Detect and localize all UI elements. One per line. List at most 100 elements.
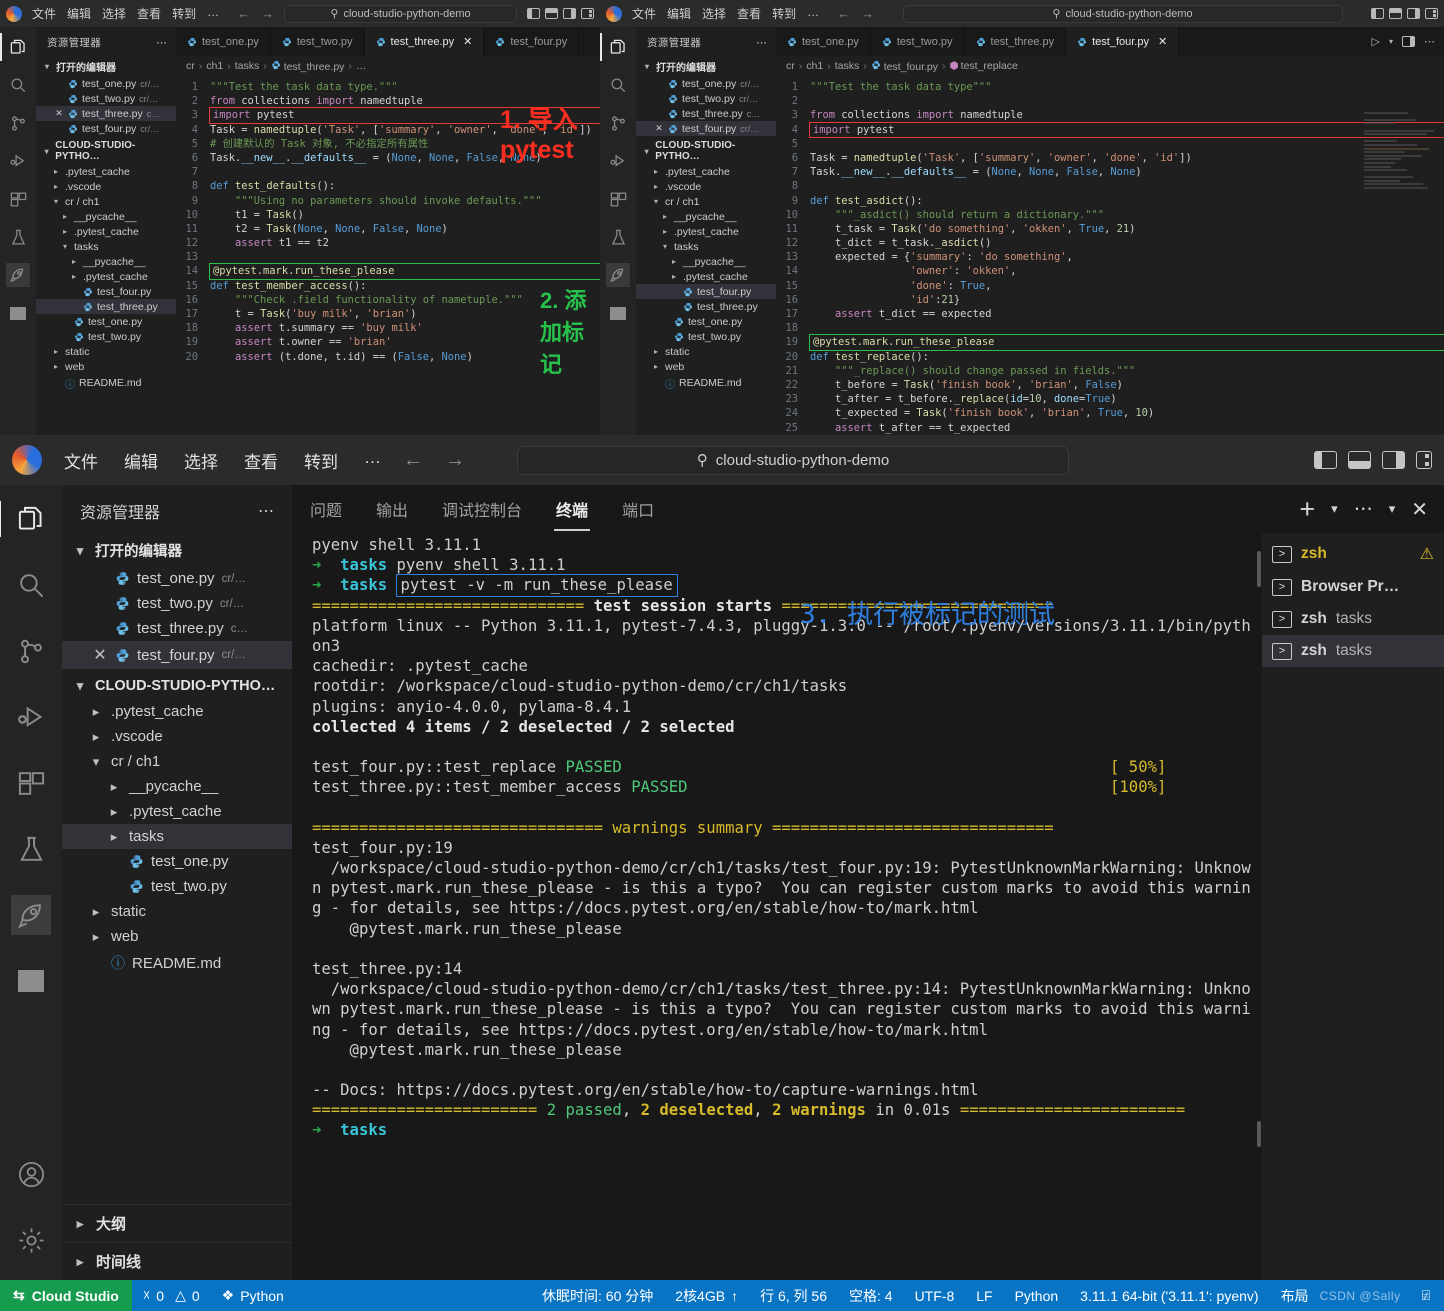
activity-run-debug[interactable] [6, 149, 30, 173]
chevron-right-icon[interactable]: ▸ [60, 212, 70, 221]
code-line[interactable]: 16 """Check .field functionality of name… [176, 293, 600, 307]
breadcrumb-item[interactable]: tasks [235, 60, 260, 72]
code-editor-right[interactable]: 1 """Test the task data type""" 2 3 from col… [776, 76, 1444, 435]
activity-search[interactable] [6, 73, 30, 97]
open-editor-item[interactable]: test_one.py cr/… [636, 76, 776, 91]
activity-source-control[interactable] [606, 111, 630, 135]
tree-folder[interactable]: ▸ .pytest_cache [636, 164, 776, 179]
nav-arrows-right[interactable]: ← → [837, 6, 874, 21]
open-editor-item[interactable]: test_two.py cr/… [36, 91, 176, 106]
code-line[interactable]: 25 assert t_after == t_expected [776, 421, 1444, 435]
tree-folder[interactable]: ▸ .vscode [62, 724, 292, 749]
status-language-mode[interactable]: Python [1004, 1288, 1070, 1304]
code-line[interactable]: 9 """Using no parameters should invoke d… [176, 194, 600, 208]
chevron-right-icon[interactable]: ▸ [106, 829, 122, 845]
code-line[interactable]: 1 """Test the task data type""" [776, 80, 1444, 94]
tree-file[interactable]: ⓘ README.md [36, 374, 176, 392]
customize-layout-icon[interactable] [1424, 8, 1438, 19]
menu-more[interactable]: … [207, 5, 219, 22]
open-editor-item[interactable]: ✕ test_three.py c… [36, 106, 176, 121]
breadcrumb-right[interactable]: cr › ch1 › tasks › test_four.py › ⬢ test_replace [776, 56, 1444, 76]
tree-folder[interactable]: ▸ .pytest_cache [36, 224, 176, 239]
close-icon[interactable]: ✕ [54, 108, 64, 119]
tree-folder[interactable]: ▸ .pytest_cache [636, 269, 776, 284]
sidebar-section-时间线[interactable]: ▸ 时间线 [62, 1242, 292, 1280]
menu-edit[interactable]: 编辑 [124, 448, 158, 473]
open-editor-item[interactable]: ✕ test_four.py cr/… [636, 121, 776, 136]
menu-more[interactable]: … [364, 448, 381, 473]
tree-folder[interactable]: ▸ .vscode [636, 179, 776, 194]
tree-folder[interactable]: ▸ __pycache__ [62, 774, 292, 799]
panel-actions[interactable]: + ▾ ⋯ ▾ ✕ [1299, 494, 1428, 525]
activity-run-debug[interactable] [606, 149, 630, 173]
status-interpreter[interactable]: 3.11.1 64-bit ('3.11.1': pyenv) [1069, 1288, 1269, 1304]
code-line[interactable]: 13 [176, 250, 600, 264]
open-editors-header-right[interactable]: ▾ 打开的编辑器 [636, 57, 776, 76]
activity-blank[interactable] [6, 301, 30, 325]
activity-deploy[interactable] [606, 263, 630, 287]
open-editor-item[interactable]: test_three.py c… [62, 616, 292, 641]
project-header-main[interactable]: ▾ CLOUD-STUDIO-PYTHO… [62, 673, 292, 699]
code-line[interactable]: 1 """Test the task data type.""" [176, 80, 600, 94]
project-header-right[interactable]: ▾ CLOUD-STUDIO-PYTHO… [636, 138, 776, 164]
activity-testing[interactable] [11, 829, 51, 869]
file-tree-left[interactable]: ▸ .pytest_cache ▸ .vscode ▾ cr / ch1 ▸ __pycach… [36, 164, 176, 392]
chevron-right-icon[interactable]: ▸ [72, 1216, 88, 1232]
menubar-main[interactable]: 文件 编辑 选择 查看 转到 … [64, 448, 381, 473]
activity-blank[interactable] [11, 961, 51, 1001]
code-line[interactable]: 7 Task.__new__.__defaults__ = (None, None… [776, 165, 1444, 179]
code-line[interactable]: 16 'id':21} [776, 293, 1444, 307]
open-editors-header-left[interactable]: ▾ 打开的编辑器 [36, 57, 176, 76]
layout-controls-main[interactable] [1314, 451, 1432, 469]
chevron-right-icon[interactable]: ▸ [88, 929, 104, 945]
breadcrumb-item[interactable]: ch1 [206, 60, 223, 72]
menu-view[interactable]: 查看 [737, 5, 761, 22]
code-editor-left[interactable]: 1 """Test the task data type.""" 2 from col… [176, 76, 600, 435]
chevron-right-icon[interactable]: ▸ [651, 167, 661, 176]
menu-more[interactable]: … [807, 5, 819, 22]
menu-file[interactable]: 文件 [32, 5, 56, 22]
terminal-output[interactable]: 3. 执行被标记的测试 pyenv shell 3.11.1 ➜ tasks py… [292, 533, 1262, 1280]
activity-run-debug[interactable] [11, 697, 51, 737]
tab-output[interactable]: 输出 [374, 491, 410, 527]
activity-testing[interactable] [6, 225, 30, 249]
terminal-scrollbar-thumb[interactable] [1257, 1121, 1261, 1147]
activity-source-control[interactable] [6, 111, 30, 135]
editor-more-icon[interactable]: ⋯ [1424, 35, 1435, 48]
open-editor-item[interactable]: test_two.py cr/… [636, 91, 776, 106]
open-editor-item[interactable]: test_three.py c… [636, 106, 776, 121]
chevron-right-icon[interactable]: ▸ [72, 1254, 88, 1270]
activity-blank[interactable] [606, 301, 630, 325]
breadcrumb-item[interactable]: … [356, 60, 367, 72]
activity-bar-left[interactable] [0, 27, 36, 435]
back-arrow-icon[interactable]: ← [237, 6, 250, 21]
tree-folder[interactable]: ▸ static [636, 344, 776, 359]
panel-more-icon[interactable]: ⋯ [1354, 498, 1373, 521]
file-tree-main[interactable]: ▸ .pytest_cache ▸ .vscode ▾ cr / ch1 ▸ __pycach… [62, 699, 292, 977]
open-editor-item[interactable]: test_two.py cr/… [62, 591, 292, 616]
sidebar-section-大纲[interactable]: ▸ 大纲 [62, 1204, 292, 1242]
tree-file[interactable]: test_one.py [62, 849, 292, 874]
sidebar-footer-sections[interactable]: ▸ 大纲 ▸ 时间线 [62, 1204, 292, 1280]
menu-select[interactable]: 选择 [184, 448, 218, 473]
tree-file[interactable]: test_three.py [636, 299, 776, 314]
new-terminal-dropdown-icon[interactable]: ▾ [1331, 501, 1338, 517]
chevron-right-icon[interactable]: ▸ [651, 347, 661, 356]
chevron-right-icon[interactable]: ▸ [651, 182, 661, 191]
menu-goto[interactable]: 转到 [172, 5, 196, 22]
tree-folder[interactable]: ▾ cr / ch1 [36, 194, 176, 209]
tab-debug-console[interactable]: 调试控制台 [440, 491, 524, 527]
breadcrumb-item[interactable]: ch1 [806, 60, 823, 72]
chevron-down-icon[interactable]: ▾ [651, 197, 661, 206]
file-tree-right[interactable]: ▸ .pytest_cache ▸ .vscode ▾ cr / ch1 ▸ __pycach… [636, 164, 776, 392]
chevron-down-icon[interactable]: ▾ [660, 242, 670, 251]
code-line[interactable]: 11 t_task = Task('do something', 'okken'… [776, 222, 1444, 236]
close-icon[interactable]: ✕ [1158, 35, 1167, 48]
code-line[interactable]: 18 assert t.summary == 'buy milk' [176, 321, 600, 335]
status-sleep-timer[interactable]: 休眠时间: 60 分钟 [531, 1286, 664, 1306]
code-line[interactable]: 4 Task = namedtuple('Task', ['summary', '… [176, 123, 600, 137]
chevron-right-icon[interactable]: ▸ [51, 347, 61, 356]
panel-collapse-icon[interactable]: ▾ [1389, 501, 1396, 517]
menu-view[interactable]: 查看 [137, 5, 161, 22]
panel-tabs[interactable]: 问题 输出 调试控制台 终端 端口 + ▾ ⋯ ▾ ✕ [292, 485, 1444, 533]
